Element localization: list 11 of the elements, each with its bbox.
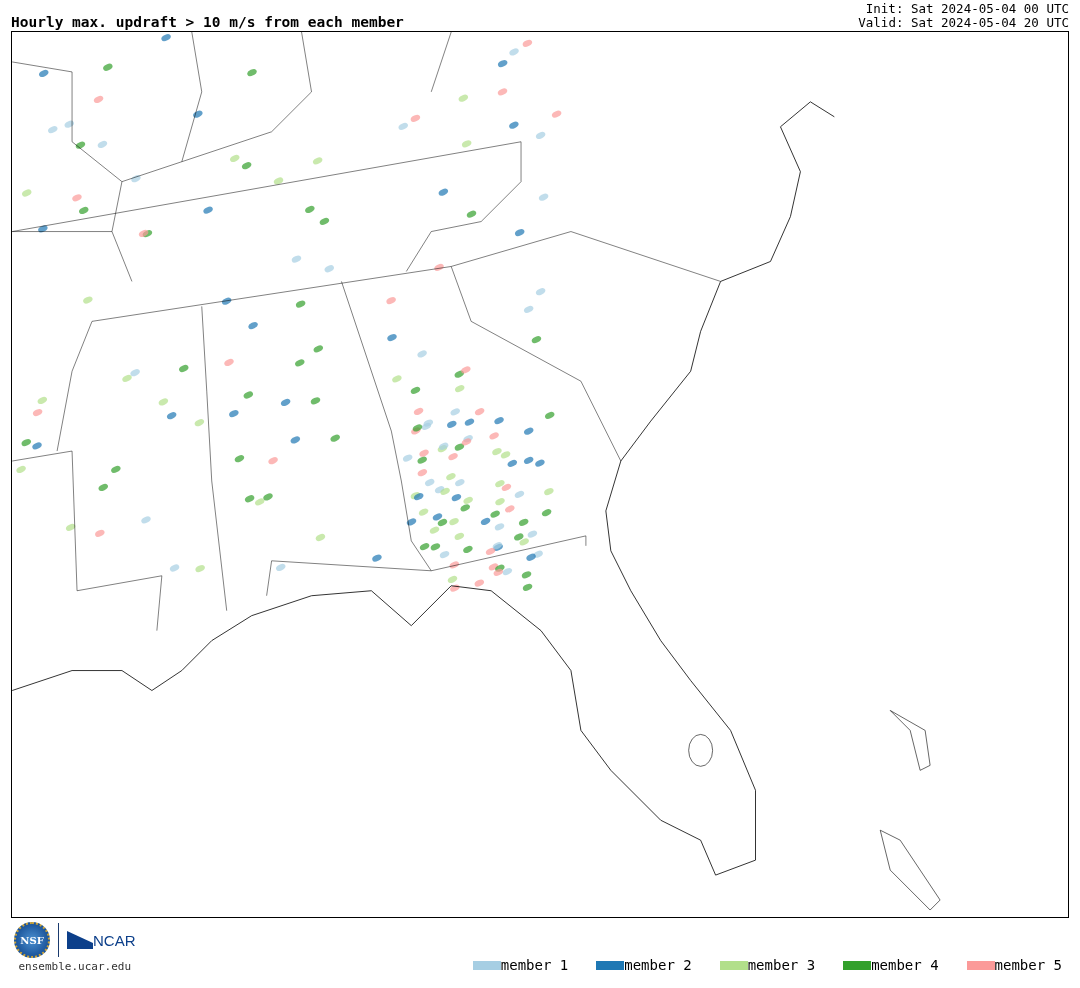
nsf-logo: NSF xyxy=(14,922,50,958)
init-time: Init: Sat 2024-05-04 00 UTC xyxy=(865,2,1069,16)
legend-label: member 5 xyxy=(994,957,1062,973)
legend-label: member 2 xyxy=(624,957,692,973)
ncar-logo: NCAR xyxy=(93,932,136,949)
legend-label: member 3 xyxy=(747,957,816,973)
legend-label: member 1 xyxy=(500,957,569,973)
legend-label: member 4 xyxy=(871,957,939,973)
chart-title: Hourly max. updraft > 10 m/s from each member xyxy=(11,14,404,30)
valid-time: Valid: Sat 2024-05-04 20 UTC xyxy=(858,16,1069,30)
site-url: ensemble.ucar.edu xyxy=(18,960,132,973)
